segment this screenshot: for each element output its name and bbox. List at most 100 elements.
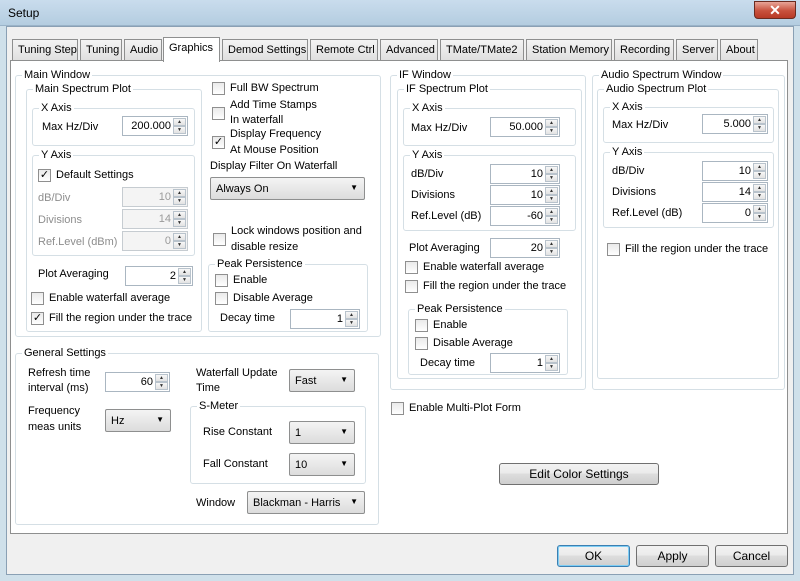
full-bw-checkbox[interactable] — [212, 82, 225, 95]
spin-up-icon[interactable]: ▲ — [545, 240, 558, 248]
tab-tuning-step[interactable]: Tuning Step — [12, 39, 78, 60]
spin-down-icon[interactable]: ▼ — [173, 241, 186, 249]
apply-button[interactable]: Apply — [636, 545, 709, 567]
window-title: Setup — [8, 6, 40, 20]
multi-plot-checkbox[interactable] — [391, 402, 404, 415]
spin-down-icon[interactable]: ▼ — [753, 124, 766, 132]
spin-up-icon[interactable]: ▲ — [345, 311, 358, 319]
spin-up-icon[interactable]: ▲ — [178, 268, 191, 276]
tab-advanced[interactable]: Advanced — [380, 39, 438, 60]
spin-up-icon[interactable]: ▲ — [753, 184, 766, 192]
if-peak-enable-checkbox[interactable] — [415, 319, 428, 332]
display-filter-select[interactable]: Always On ▼ — [210, 177, 365, 200]
audio-max-hz-spinner[interactable]: 5.000 ▲ ▼ — [702, 114, 768, 134]
spin-down-icon[interactable]: ▼ — [753, 171, 766, 179]
tab-tuning[interactable]: Tuning — [80, 39, 122, 60]
spin-up-icon[interactable]: ▲ — [753, 205, 766, 213]
spin-down-icon[interactable]: ▼ — [545, 248, 558, 256]
window-function-select[interactable]: Blackman - Harris ▼ — [247, 491, 365, 514]
spin-down-icon[interactable]: ▼ — [545, 127, 558, 135]
spin-up-icon[interactable]: ▲ — [173, 118, 186, 126]
waterfall-update-select[interactable]: Fast ▼ — [289, 369, 355, 392]
edit-color-settings-button[interactable]: Edit Color Settings — [499, 463, 659, 485]
close-button[interactable]: ✕ — [754, 1, 796, 19]
tab-demod-settings[interactable]: Demod Settings — [222, 39, 308, 60]
default-settings-checkbox[interactable]: ✓ — [38, 169, 51, 182]
tab-about[interactable]: About — [720, 39, 758, 60]
spin-down-icon[interactable]: ▼ — [753, 213, 766, 221]
spin-down-icon[interactable]: ▼ — [173, 219, 186, 227]
spin-down-icon[interactable]: ▼ — [173, 197, 186, 205]
tab-recording[interactable]: Recording — [614, 39, 674, 60]
tab-graphics[interactable]: Graphics — [163, 37, 220, 62]
if-decay-spinner[interactable]: 1 ▲ ▼ — [490, 353, 560, 373]
freq-meas-select[interactable]: Hz ▼ — [105, 409, 171, 432]
spin-down-icon[interactable]: ▼ — [155, 382, 168, 390]
audio-ref-level-label: Ref.Level (dB) — [612, 207, 683, 219]
spin-down-icon[interactable]: ▼ — [345, 319, 358, 327]
full-bw-label: Full BW Spectrum — [230, 82, 319, 94]
main-max-hz-spinner[interactable]: 200.000 ▲ ▼ — [122, 116, 188, 136]
spin-up-icon[interactable]: ▲ — [753, 116, 766, 124]
spin-up-icon[interactable]: ▲ — [173, 211, 186, 219]
spin-up-icon[interactable]: ▲ — [173, 233, 186, 241]
audio-fill-region-label: Fill the region under the trace — [625, 243, 769, 255]
spin-down-icon[interactable]: ▼ — [753, 192, 766, 200]
audio-db-div-spinner[interactable]: 10 ▲ ▼ — [702, 161, 768, 181]
main-divisions-spinner[interactable]: 14 ▲ ▼ — [122, 209, 188, 229]
spin-up-icon[interactable]: ▲ — [173, 189, 186, 197]
main-peak-enable-checkbox[interactable] — [215, 274, 228, 287]
ok-button[interactable]: OK — [557, 545, 630, 567]
main-plot-averaging-value: 2 — [169, 270, 176, 282]
main-peak-disable-avg-checkbox[interactable] — [215, 292, 228, 305]
spin-down-icon[interactable]: ▼ — [545, 174, 558, 182]
main-waterfall-avg-checkbox[interactable] — [31, 292, 44, 305]
spin-up-icon[interactable]: ▲ — [545, 208, 558, 216]
spin-down-icon[interactable]: ▼ — [178, 276, 191, 284]
spin-down-icon[interactable]: ▼ — [545, 363, 558, 371]
if-waterfall-avg-checkbox[interactable] — [405, 261, 418, 274]
fall-constant-select[interactable]: 10 ▼ — [289, 453, 355, 476]
main-fill-region-label: Fill the region under the trace — [49, 312, 193, 324]
spin-down-icon[interactable]: ▼ — [545, 216, 558, 224]
tab-audio[interactable]: Audio — [124, 39, 162, 60]
spin-up-icon[interactable]: ▲ — [545, 166, 558, 174]
if-plot-averaging-spinner[interactable]: 20 ▲ ▼ — [490, 238, 560, 258]
timestamps-checkbox[interactable] — [212, 107, 225, 120]
audio-divisions-spinner[interactable]: 14 ▲ ▼ — [702, 182, 768, 202]
tab-remote-ctrl[interactable]: Remote Ctrl — [310, 39, 378, 60]
spin-up-icon[interactable]: ▲ — [545, 119, 558, 127]
main-ref-level-spinner[interactable]: 0 ▲ ▼ — [122, 231, 188, 251]
spin-up-icon[interactable]: ▲ — [545, 187, 558, 195]
spin-down-icon[interactable]: ▼ — [545, 195, 558, 203]
cancel-button[interactable]: Cancel — [715, 545, 788, 567]
if-divisions-spinner[interactable]: 10 ▲ ▼ — [490, 185, 560, 205]
main-plot-averaging-spinner[interactable]: 2 ▲ ▼ — [125, 266, 193, 286]
if-ref-level-spinner[interactable]: -60 ▲ ▼ — [490, 206, 560, 226]
if-peak-disable-avg-checkbox[interactable] — [415, 337, 428, 350]
audio-ref-level-spinner[interactable]: 0 ▲ ▼ — [702, 203, 768, 223]
main-fill-region-checkbox[interactable]: ✓ — [31, 312, 44, 325]
audio-fill-region-checkbox[interactable] — [607, 243, 620, 256]
if-fill-region-checkbox[interactable] — [405, 280, 418, 293]
if-db-div-spinner[interactable]: 10 ▲ ▼ — [490, 164, 560, 184]
freq-meas-value: Hz — [111, 415, 125, 427]
tab-tmate[interactable]: TMate/TMate2 — [440, 39, 524, 60]
if-max-hz-spinner[interactable]: 50.000 ▲ ▼ — [490, 117, 560, 137]
main-db-div-spinner[interactable]: 10 ▲ ▼ — [122, 187, 188, 207]
main-decay-spinner[interactable]: 1 ▲ ▼ — [290, 309, 360, 329]
spin-up-icon[interactable]: ▲ — [545, 355, 558, 363]
rise-constant-value: 1 — [295, 427, 302, 439]
tab-station-memory[interactable]: Station Memory — [526, 39, 612, 60]
lock-windows-checkbox[interactable] — [213, 233, 226, 246]
display-freq-checkbox[interactable]: ✓ — [212, 136, 225, 149]
tab-server[interactable]: Server — [676, 39, 718, 60]
rise-constant-select[interactable]: 1 ▼ — [289, 421, 355, 444]
refresh-spinner[interactable]: 60 ▲ ▼ — [105, 372, 170, 392]
freq-meas-label-2: meas units — [28, 421, 82, 433]
if-db-div-label: dB/Div — [411, 168, 444, 180]
spin-up-icon[interactable]: ▲ — [155, 374, 168, 382]
timestamps-label-1: Add Time Stamps — [230, 99, 317, 111]
spin-down-icon[interactable]: ▼ — [173, 126, 186, 134]
spin-up-icon[interactable]: ▲ — [753, 163, 766, 171]
